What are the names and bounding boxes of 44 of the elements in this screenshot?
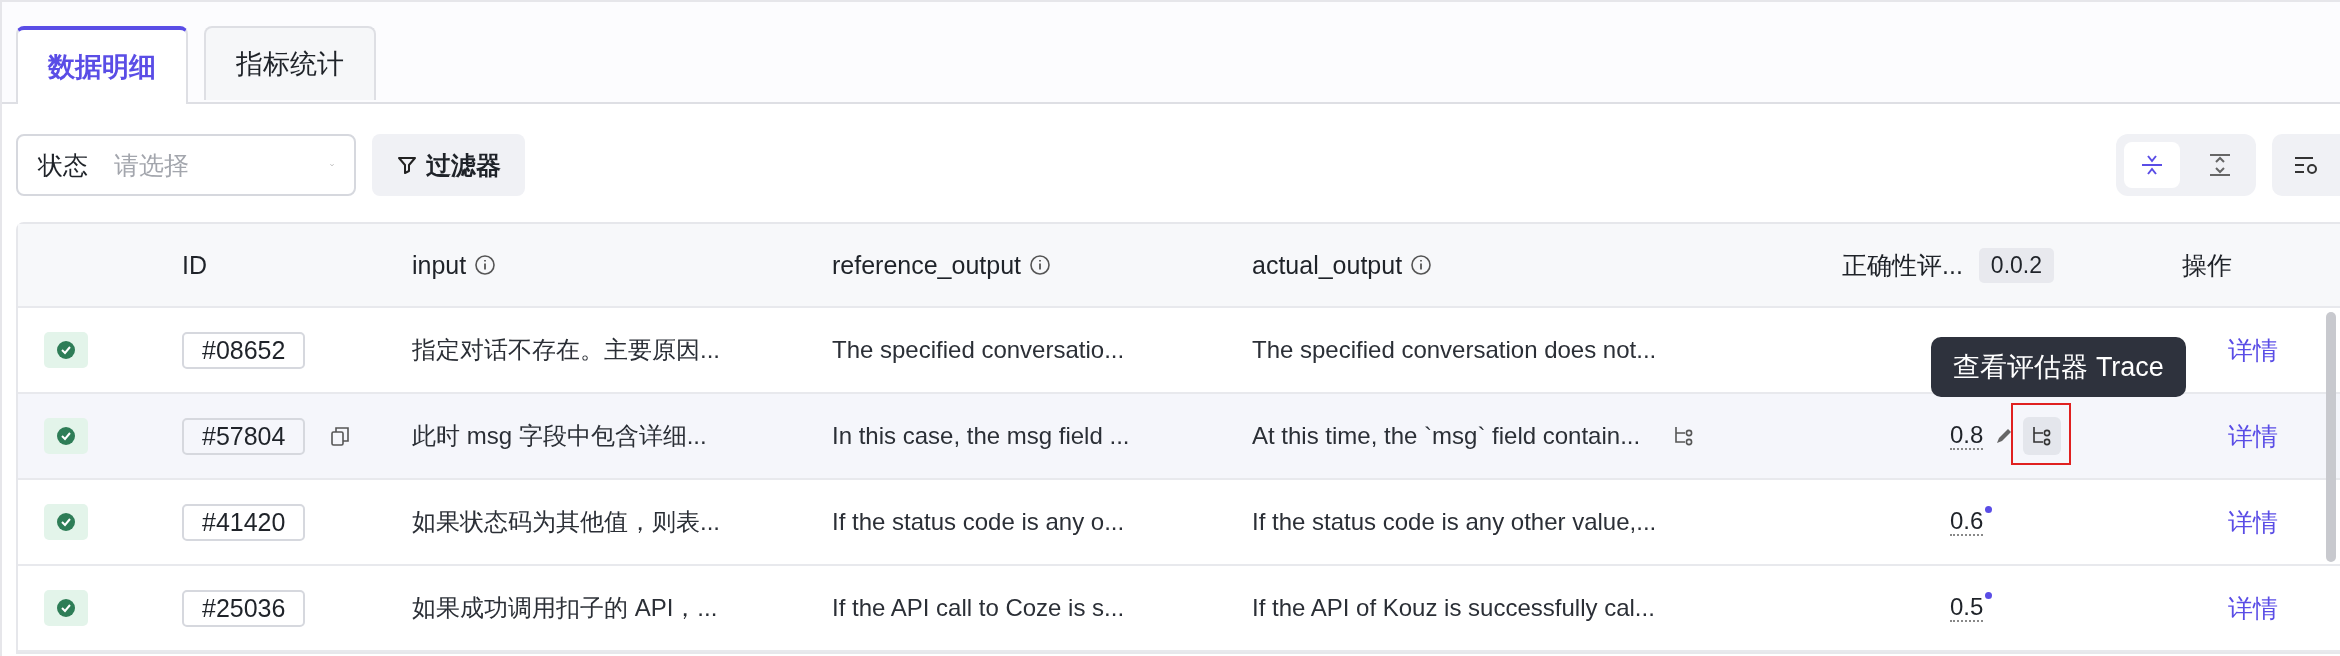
select-input[interactable]: 请选择 xyxy=(112,149,306,181)
column-header: reference_output xyxy=(832,250,1022,280)
column-header: actual_output xyxy=(1252,250,1403,280)
version-badge: 0.0.2 xyxy=(1978,247,2054,283)
trace-button[interactable] xyxy=(2023,417,2062,455)
filter-button[interactable]: 过滤器 xyxy=(372,134,525,196)
id-tag: #57804 xyxy=(182,417,306,455)
table-cell: If the API call to Coze is s... xyxy=(832,594,1125,622)
tab[interactable]: 数据明细 xyxy=(16,26,188,104)
status-select[interactable]: 状态 请选择 xyxy=(16,134,356,196)
table-cell-text: 此时 msg 字段中包含详细... xyxy=(412,421,707,451)
highlight-frame xyxy=(2011,403,2072,465)
filter-icon xyxy=(396,154,418,176)
score-value[interactable]: 0.6 xyxy=(1950,507,1984,537)
score-value[interactable]: 0.8 xyxy=(1950,421,1984,451)
scrollbar[interactable] xyxy=(2326,312,2336,562)
collapse-rows-button[interactable] xyxy=(2124,142,2180,188)
table-cell: If the status code is any other value,... xyxy=(1252,508,1657,536)
column-header: ID xyxy=(182,250,207,280)
tab[interactable]: 指标统计 xyxy=(204,26,376,100)
details-link[interactable]: 详情 xyxy=(2228,419,2278,453)
score-value[interactable]: 0.5 xyxy=(1950,593,1984,623)
table-cell: If the status code is any o... xyxy=(832,508,1125,536)
details-link[interactable]: 详情 xyxy=(2228,591,2278,625)
tooltip: 查看评估器 Trace xyxy=(1931,337,2186,397)
table-cell-text: 如果成功调用扣子的 API，... xyxy=(412,593,718,623)
id-tag: #08652 xyxy=(182,331,306,369)
table-cell: At this time, the `msg` field contain... xyxy=(1252,422,1641,450)
table-cell: The specified conversation does not... xyxy=(1252,336,1657,364)
details-link[interactable]: 详情 xyxy=(2228,333,2278,367)
copy-icon[interactable] xyxy=(329,425,352,447)
id-tag: #41420 xyxy=(182,503,306,541)
table-cell: The specified conversatio... xyxy=(832,336,1125,364)
expand-icon xyxy=(2207,152,2233,178)
id-tag: #25036 xyxy=(182,589,306,627)
column-header: 操作 xyxy=(2182,249,2232,281)
table-cell: If the API of Kouz is successfully cal... xyxy=(1252,594,1655,622)
table-cell-text: 如果状态码为其他值，则表... xyxy=(412,507,720,537)
table-cell-text: 指定对话不存在。主要原因... xyxy=(412,335,720,365)
column-header: input xyxy=(412,250,467,280)
table-cell: In this case, the msg field ... xyxy=(832,422,1130,450)
column-settings-button[interactable] xyxy=(2272,134,2340,196)
details-link[interactable]: 详情 xyxy=(2228,505,2278,539)
column-header: 正确性评... xyxy=(1842,249,1963,281)
